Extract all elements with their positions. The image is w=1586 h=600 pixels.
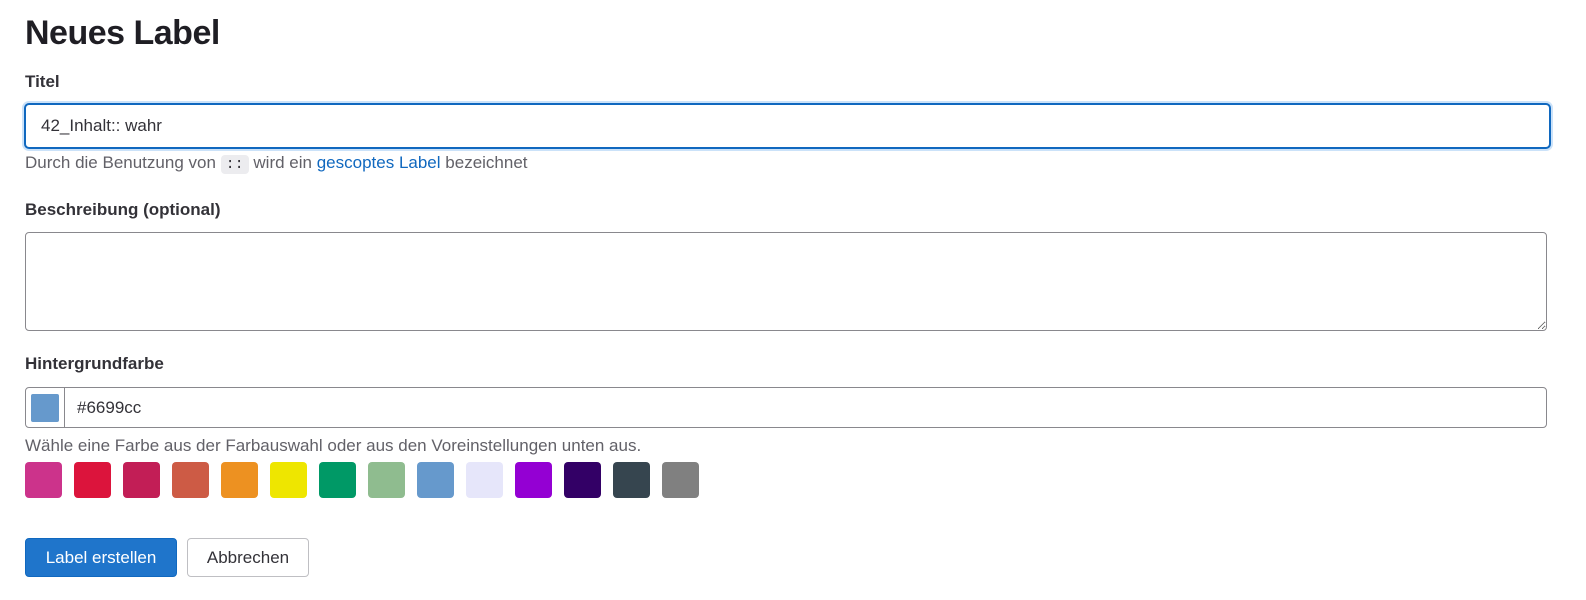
color-preset-swatch[interactable] <box>221 462 258 498</box>
color-presets <box>25 462 699 498</box>
color-preset-swatch[interactable] <box>564 462 601 498</box>
description-textarea[interactable] <box>25 232 1547 331</box>
title-label: Titel <box>25 72 60 91</box>
color-preset-swatch[interactable] <box>123 462 160 498</box>
color-input-group <box>25 387 1547 428</box>
color-value-input[interactable] <box>65 388 1546 427</box>
color-help-text: Wähle eine Farbe aus der Farbauswahl ode… <box>25 436 642 455</box>
scope-code: :: <box>220 155 249 174</box>
new-label-form: Neues Label Titel Durch die Benutzung vo… <box>0 0 1586 600</box>
scoped-label-link[interactable]: gescoptes Label <box>317 153 441 172</box>
color-preset-swatch[interactable] <box>172 462 209 498</box>
color-preset-swatch[interactable] <box>466 462 503 498</box>
color-preset-swatch[interactable] <box>368 462 405 498</box>
title-help-prefix: Durch die Benutzung von <box>25 153 216 172</box>
color-preset-swatch[interactable] <box>74 462 111 498</box>
color-picker[interactable] <box>26 388 65 427</box>
color-preset-swatch[interactable] <box>515 462 552 498</box>
background-color-label: Hintergrundfarbe <box>25 354 164 373</box>
title-input[interactable] <box>25 104 1550 148</box>
color-preset-swatch[interactable] <box>613 462 650 498</box>
title-help-text: Durch die Benutzung von :: wird ein gesc… <box>25 153 528 174</box>
color-preset-swatch[interactable] <box>25 462 62 498</box>
color-preset-swatch[interactable] <box>662 462 699 498</box>
color-preset-swatch[interactable] <box>270 462 307 498</box>
page-title: Neues Label <box>25 14 220 52</box>
color-preview-swatch[interactable] <box>31 393 59 422</box>
color-preset-swatch[interactable] <box>417 462 454 498</box>
create-label-button[interactable]: Label erstellen <box>25 538 177 577</box>
title-help-middle: wird ein <box>253 153 312 172</box>
color-preset-swatch[interactable] <box>319 462 356 498</box>
title-help-suffix: bezeichnet <box>445 153 528 172</box>
description-label: Beschreibung (optional) <box>25 200 221 219</box>
cancel-button[interactable]: Abbrechen <box>187 538 309 577</box>
